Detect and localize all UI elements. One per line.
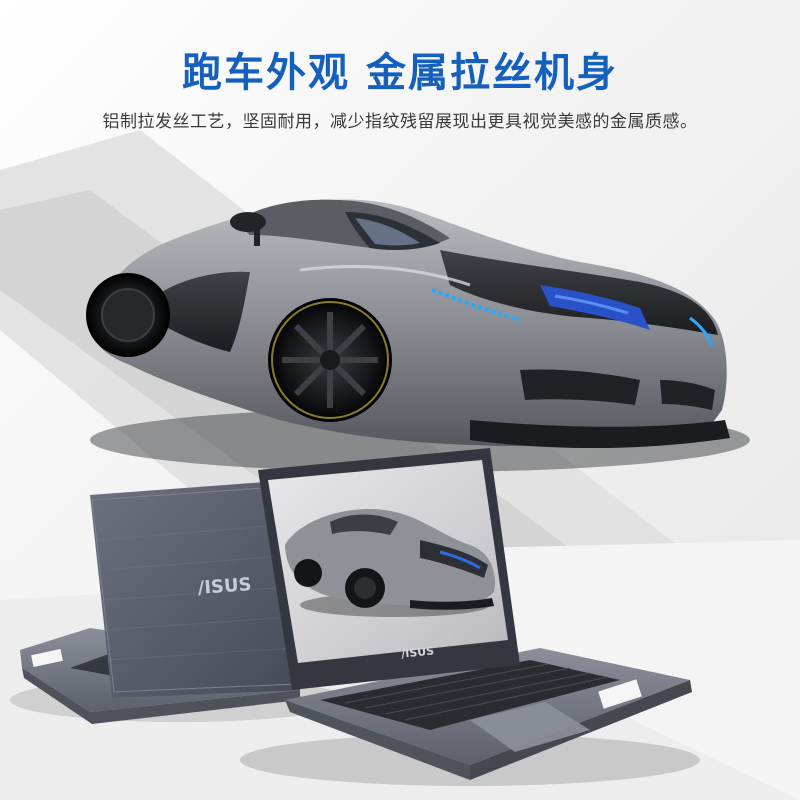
subline: 铝制拉发丝工艺，坚固耐用，减少指纹残留展现出更具视觉美感的金属质感。 <box>102 112 698 132</box>
product-banner: /ISUS /ISUS 跑车外观 金属拉丝机身 铝制拉发丝工艺，坚固耐用，减少指… <box>0 0 800 800</box>
bezel-brand-logo: /ISUS <box>401 644 435 660</box>
headline: 跑车外观 金属拉丝机身 <box>182 50 618 96</box>
rear-brand-logo: /ISUS <box>197 574 252 599</box>
